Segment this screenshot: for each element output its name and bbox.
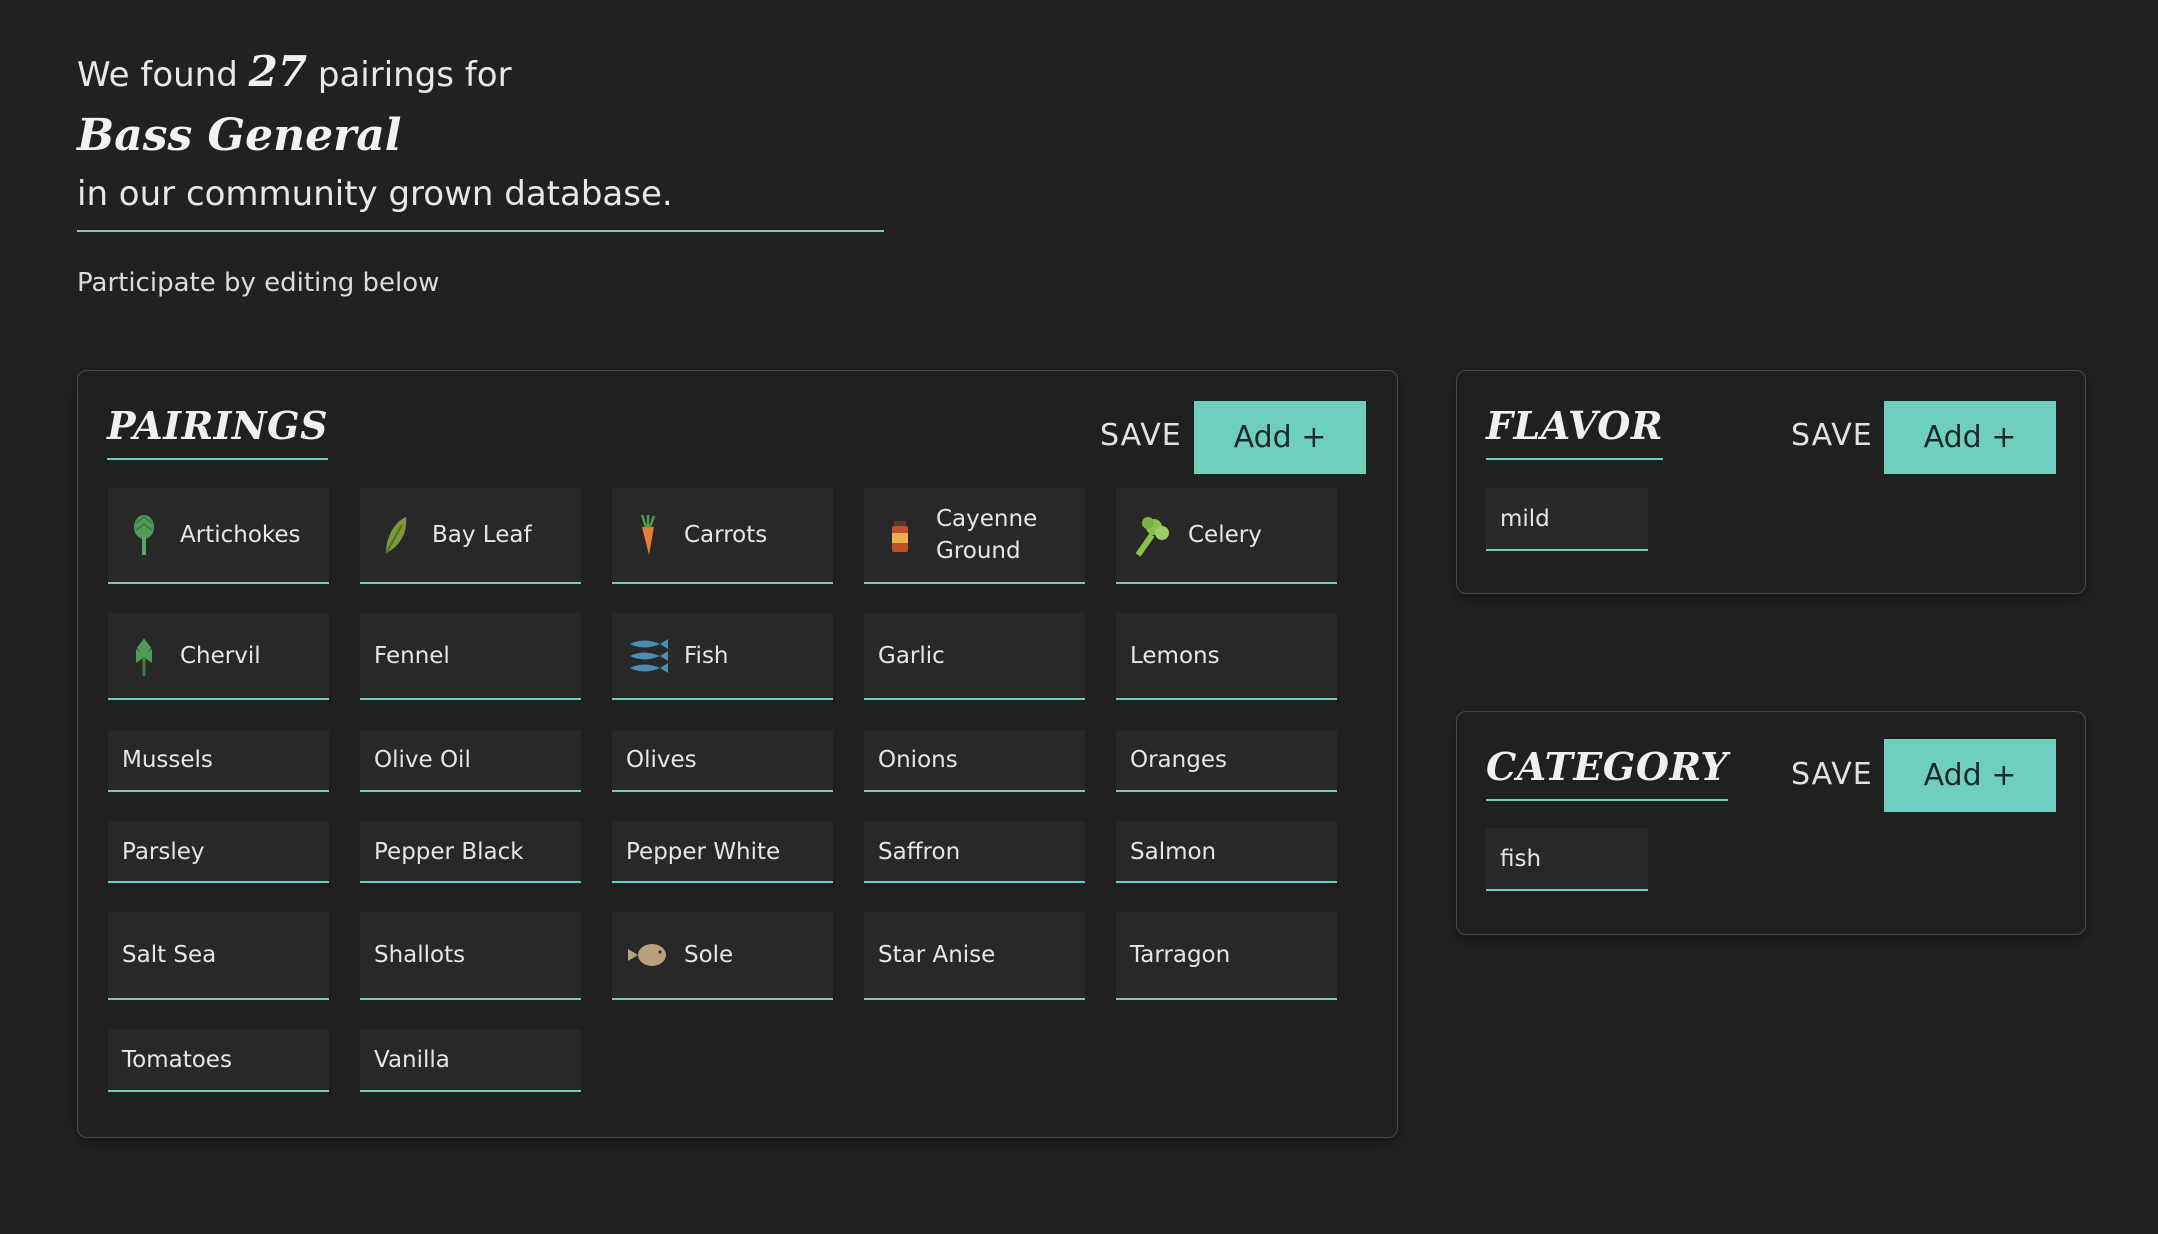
pairings-title: PAIRINGS bbox=[107, 403, 329, 460]
pairing-chip[interactable]: Oranges bbox=[1116, 730, 1337, 792]
intro-heading: We found 27 pairings for Bass General in… bbox=[77, 48, 884, 232]
pairing-chip[interactable]: Celery bbox=[1116, 488, 1337, 584]
pairing-chip-label: Bay Leaf bbox=[432, 522, 532, 548]
category-title: CATEGORY bbox=[1486, 744, 1728, 801]
pairing-chip[interactable]: Carrots bbox=[612, 488, 833, 584]
pairing-chip[interactable]: Garlic bbox=[864, 613, 1085, 700]
pairing-chip-label: Cayenne Ground bbox=[936, 506, 1038, 564]
pairing-chip[interactable]: Bay Leaf bbox=[360, 488, 581, 584]
spice-jar-icon bbox=[878, 513, 922, 557]
pairing-chip[interactable]: Cayenne Ground bbox=[864, 488, 1085, 584]
pairing-chip-label: Sole bbox=[684, 942, 734, 968]
pairing-chip-label: Chervil bbox=[180, 642, 261, 669]
pairing-chip[interactable]: Lemons bbox=[1116, 613, 1337, 700]
pairing-chip[interactable]: Sole bbox=[612, 912, 833, 1000]
fish-icon bbox=[626, 634, 670, 678]
carrot-icon bbox=[626, 513, 670, 557]
bay-leaf-icon bbox=[374, 513, 418, 557]
pairing-chip[interactable]: Olive Oil bbox=[360, 730, 581, 792]
celery-icon bbox=[1130, 513, 1174, 557]
pairing-chip[interactable]: Tomatoes bbox=[108, 1030, 329, 1092]
pairing-count: 27 bbox=[248, 47, 308, 96]
pairing-chip[interactable]: Fennel bbox=[360, 613, 581, 700]
flavor-title: FLAVOR bbox=[1486, 403, 1663, 460]
pairing-chip-label: Parsley bbox=[122, 838, 205, 865]
pairing-chip-label: Salt Sea bbox=[122, 942, 217, 968]
intro-prefix: We found bbox=[77, 55, 238, 95]
pairing-chip[interactable]: Pepper White bbox=[612, 822, 833, 883]
category-add-button[interactable]: Add + bbox=[1884, 739, 2056, 812]
pairing-chip-label: Oranges bbox=[1130, 747, 1227, 773]
artichoke-icon bbox=[122, 513, 166, 557]
pairing-chip-label: Salmon bbox=[1130, 838, 1217, 865]
pairing-chip[interactable]: Star Anise bbox=[864, 912, 1085, 1000]
pairing-chip[interactable]: Artichokes bbox=[108, 488, 329, 584]
pairing-chip[interactable]: Saffron bbox=[864, 822, 1085, 883]
flavor-chip[interactable]: mild bbox=[1486, 488, 1648, 551]
dish-name: Bass General bbox=[77, 110, 402, 161]
category-chip-label: fish bbox=[1500, 845, 1542, 872]
intro-divider bbox=[77, 230, 884, 232]
pairing-chip-label: Garlic bbox=[878, 642, 945, 669]
pairing-chip-label: Mussels bbox=[122, 747, 213, 773]
pairing-chip[interactable]: Salmon bbox=[1116, 822, 1337, 883]
herb-icon bbox=[122, 634, 166, 678]
pairing-chip[interactable]: Pepper Black bbox=[360, 822, 581, 883]
pairings-save-button[interactable]: SAVE bbox=[1094, 417, 1188, 454]
pairing-chip-label: Tomatoes bbox=[122, 1047, 232, 1073]
category-chip[interactable]: fish bbox=[1486, 828, 1648, 891]
pairing-chip-label: Onions bbox=[878, 747, 958, 773]
pairing-chip[interactable]: Vanilla bbox=[360, 1030, 581, 1092]
sole-fish-icon bbox=[626, 933, 670, 977]
pairing-chip[interactable]: Fish bbox=[612, 613, 833, 700]
participate-text: Participate by editing below bbox=[77, 268, 440, 298]
pairing-chip-label: Carrots bbox=[684, 522, 768, 548]
flavor-chip-label: mild bbox=[1500, 505, 1550, 532]
intro-line-1: We found 27 pairings for bbox=[77, 48, 884, 96]
pairing-chip-label: Olives bbox=[626, 747, 697, 773]
flavor-save-button[interactable]: SAVE bbox=[1785, 417, 1879, 454]
pairing-chip[interactable]: Olives bbox=[612, 730, 833, 792]
category-save-button[interactable]: SAVE bbox=[1785, 756, 1879, 793]
pairing-chip[interactable]: Mussels bbox=[108, 730, 329, 792]
pairing-chip-label: Star Anise bbox=[878, 942, 996, 968]
intro-suffix: pairings for bbox=[317, 55, 512, 95]
pairing-chip-label: Lemons bbox=[1130, 642, 1220, 669]
pairing-chip-label: Fennel bbox=[374, 642, 450, 669]
flavor-add-button[interactable]: Add + bbox=[1884, 401, 2056, 474]
pairing-chip-label: Tarragon bbox=[1130, 942, 1231, 968]
pairing-chip[interactable]: Parsley bbox=[108, 822, 329, 883]
pairings-add-button[interactable]: Add + bbox=[1194, 401, 1366, 474]
pairing-chip[interactable]: Chervil bbox=[108, 613, 329, 700]
pairing-chip-label: Artichokes bbox=[180, 522, 301, 548]
flavor-panel: FLAVOR SAVE Add + mild bbox=[1456, 370, 2086, 594]
pairing-chip[interactable]: Onions bbox=[864, 730, 1085, 792]
pairing-chip-label: Olive Oil bbox=[374, 747, 471, 773]
pairing-chip-label: Fish bbox=[684, 642, 729, 669]
intro-line-3: in our community grown database. bbox=[77, 174, 673, 214]
pairing-chip-label: Celery bbox=[1188, 522, 1262, 548]
pairing-chip-label: Vanilla bbox=[374, 1047, 450, 1073]
category-panel: CATEGORY SAVE Add + fish bbox=[1456, 711, 2086, 935]
pairing-chip-label: Pepper Black bbox=[374, 838, 524, 865]
pairing-chip[interactable]: Shallots bbox=[360, 912, 581, 1000]
pairing-chip-label: Shallots bbox=[374, 942, 466, 968]
pairing-chip-label: Pepper White bbox=[626, 838, 781, 865]
pairing-chip[interactable]: Salt Sea bbox=[108, 912, 329, 1000]
pairing-chip[interactable]: Tarragon bbox=[1116, 912, 1337, 1000]
pairing-chip-label: Saffron bbox=[878, 838, 961, 865]
